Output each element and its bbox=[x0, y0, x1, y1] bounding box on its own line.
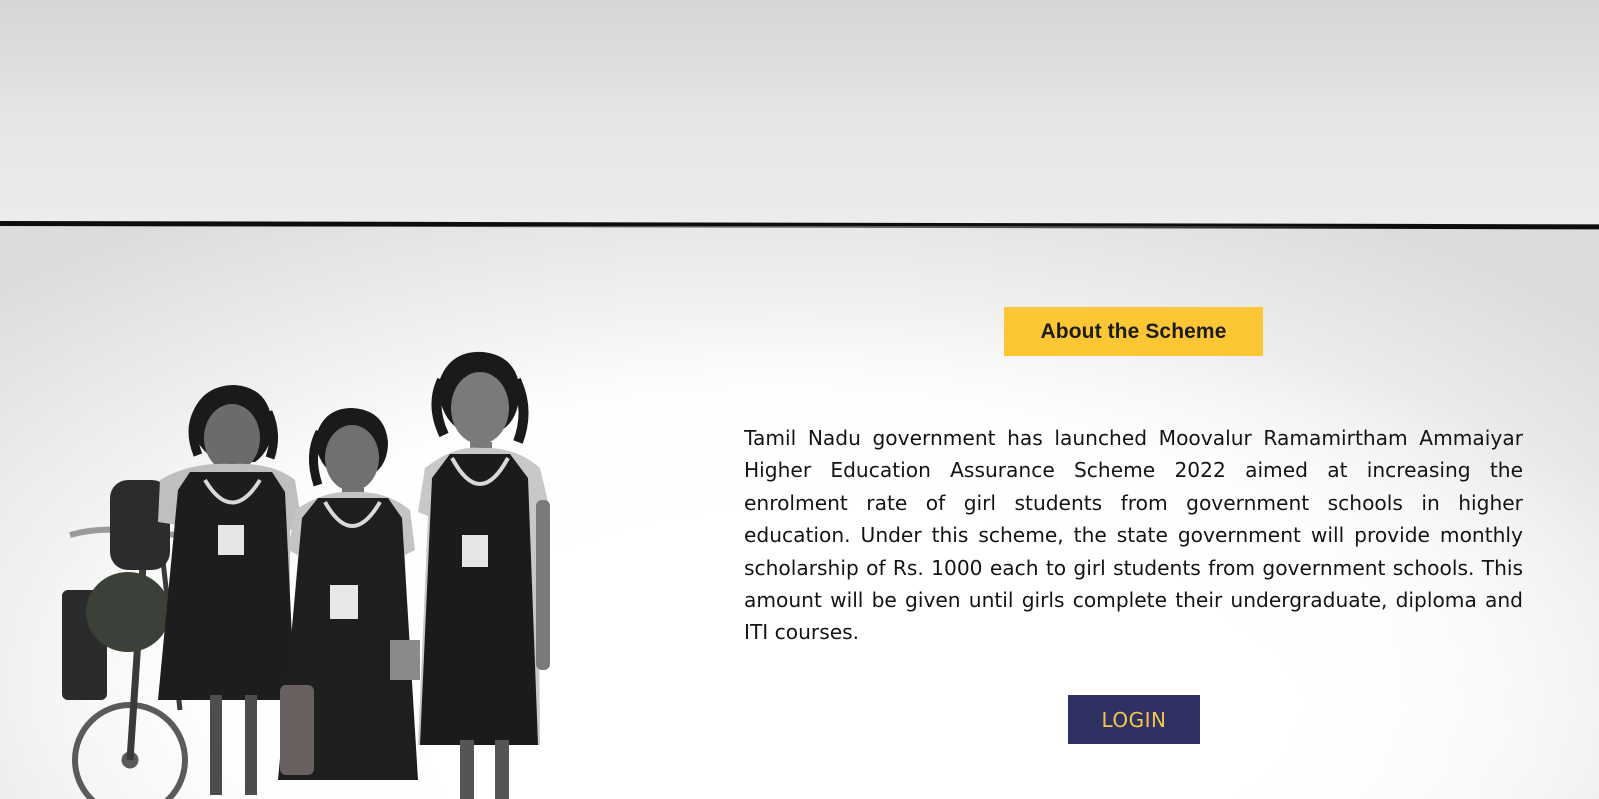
scheme-description: Tamil Nadu government has launched Moova… bbox=[744, 426, 1523, 645]
schoolgirls-photo bbox=[62, 351, 550, 799]
handbag bbox=[280, 685, 314, 775]
bag bbox=[86, 572, 170, 652]
girl-right bbox=[418, 351, 550, 799]
girl-middle bbox=[278, 408, 420, 780]
about-scheme-badge: About the Scheme bbox=[1004, 307, 1263, 356]
header-banner bbox=[0, 0, 1599, 224]
login-button[interactable]: LOGIN bbox=[1068, 695, 1200, 744]
